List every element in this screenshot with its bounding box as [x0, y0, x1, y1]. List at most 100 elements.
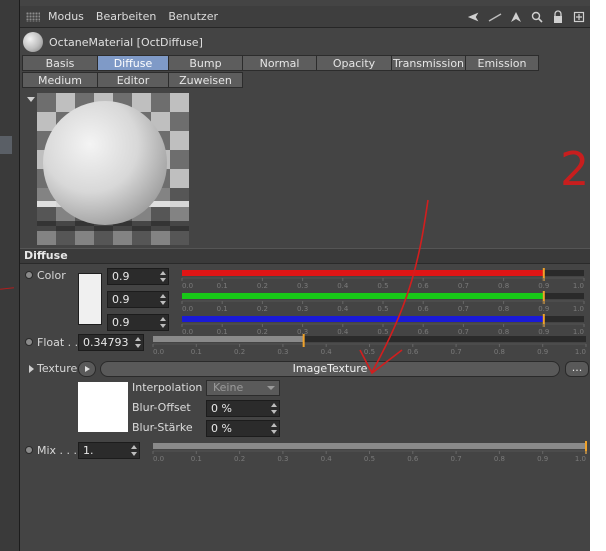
tab-basis[interactable]: Basis	[22, 55, 98, 71]
slider-tick-label: 0.9	[537, 348, 548, 356]
slider-tick-label: 0.6	[407, 348, 419, 356]
slider-tick-label: 0.6	[407, 455, 419, 463]
float-slider[interactable]: 0.0 0.1 0.2 0.3 0.4 0.5 0.6 0.7 0.8 0.9 1.0	[151, 334, 588, 356]
slider-tick-label: 0.8	[494, 455, 505, 463]
menubar: Modus Bearbeiten Benutzer	[20, 6, 590, 28]
slider-tick-label: 0.5	[364, 455, 375, 463]
slider-tick-label: 0.7	[451, 348, 462, 356]
spin-arrows-icon[interactable]	[135, 336, 141, 349]
spin-arrows-icon[interactable]	[160, 316, 166, 329]
slider-tick-label: 1.0	[573, 282, 584, 290]
interpolation-dropdown[interactable]: Keine	[206, 380, 280, 396]
slider-tick-label: 0.7	[458, 282, 469, 290]
menu-benutzer[interactable]: Benutzer	[168, 10, 218, 23]
mix-keyframe-dot[interactable]	[25, 446, 33, 454]
lock-icon[interactable]	[551, 9, 565, 24]
blur-offset-label: Blur-Offset	[132, 401, 191, 414]
color-red-field[interactable]: 0.9	[107, 268, 169, 285]
slider-tick-label: 0.5	[364, 348, 375, 356]
tab-medium[interactable]: Medium	[22, 72, 98, 88]
color-green-field[interactable]: 0.9	[107, 291, 169, 308]
slider-tick-label: 0.0	[153, 455, 164, 463]
material-thumbnail[interactable]	[23, 32, 43, 52]
grip-icon[interactable]	[26, 11, 40, 22]
slider-tick-label: 0.3	[297, 305, 308, 313]
tab-emission[interactable]: Emission	[465, 55, 539, 71]
color-green-slider[interactable]: 0.0 0.1 0.2 0.3 0.4 0.5 0.6 0.7 0.8 0.9 1.0	[180, 291, 586, 313]
tab-zuweisen[interactable]: Zuweisen	[168, 72, 243, 88]
slider-tick-label: 1.0	[573, 305, 584, 313]
color-red-slider[interactable]: 0.0 0.1 0.2 0.3 0.4 0.5 0.6 0.7 0.8 0.9 1.0	[180, 268, 586, 290]
search-icon[interactable]	[530, 10, 544, 24]
mix-field[interactable]: 1.	[78, 442, 140, 459]
new-window-icon[interactable]	[572, 10, 586, 24]
color-blue-slider[interactable]: 0.0 0.1 0.2 0.3 0.4 0.5 0.6 0.7 0.8 0.9 1.0	[180, 314, 586, 336]
texture-options-button[interactable]	[78, 361, 96, 377]
material-titlebar: OctaneMaterial [OctDiffuse]	[20, 30, 590, 54]
slider-tick-label: 0.0	[182, 282, 193, 290]
texture-more-button[interactable]: ...	[565, 361, 589, 377]
slider-tick-label: 0.0	[153, 348, 164, 356]
slider-tick-label: 0.4	[321, 455, 333, 463]
material-preview[interactable]	[37, 93, 189, 245]
tab-row-1: Basis Diffuse Bump Normal Opacity Transm…	[22, 55, 539, 71]
back-arrow-icon[interactable]	[467, 10, 481, 24]
tab-bump[interactable]: Bump	[168, 55, 243, 71]
spin-arrows-icon[interactable]	[271, 402, 277, 415]
forward-line-icon[interactable]	[488, 10, 502, 24]
slider-tick-label: 0.0	[182, 305, 193, 313]
section-diffuse[interactable]: Diffuse	[20, 248, 590, 264]
menu-bearbeiten[interactable]: Bearbeiten	[96, 10, 156, 23]
spin-arrows-icon[interactable]	[160, 270, 166, 283]
color-swatch[interactable]	[78, 273, 102, 325]
slider-tick-label: 0.4	[321, 348, 333, 356]
mix-value: 1.	[83, 444, 94, 457]
mix-slider[interactable]: 0.0 0.1 0.2 0.3 0.4 0.5 0.6 0.7 0.8 0.9 1.0	[151, 441, 588, 463]
left-panel-strip	[0, 0, 20, 551]
texture-expand-icon[interactable]	[29, 365, 34, 373]
tab-opacity[interactable]: Opacity	[316, 55, 392, 71]
slider-tick-label: 0.3	[297, 282, 308, 290]
blur-offset-field[interactable]: 0 %	[206, 400, 280, 417]
mix-label: Mix . . .	[37, 444, 78, 457]
color-blue-field[interactable]: 0.9	[107, 314, 169, 331]
up-arrow-icon[interactable]	[509, 10, 523, 24]
texture-preview[interactable]	[78, 382, 128, 432]
slider-tick-label: 0.1	[217, 282, 228, 290]
tab-transmission[interactable]: Transmission	[391, 55, 466, 71]
slider-tick-label: 0.6	[418, 305, 430, 313]
right-edge	[590, 0, 606, 551]
float-field[interactable]: 0.34793	[78, 334, 144, 351]
spin-arrows-icon[interactable]	[131, 444, 137, 457]
menu-modus[interactable]: Modus	[48, 10, 84, 23]
slider-tick-label: 0.2	[257, 282, 268, 290]
slider-tick-label: 0.5	[377, 282, 388, 290]
attribute-manager: Modus Bearbeiten Benutzer OctaneMaterial…	[20, 0, 590, 551]
preview-collapse-icon[interactable]	[27, 97, 35, 102]
tab-diffuse[interactable]: Diffuse	[97, 55, 169, 71]
color-green-value: 0.9	[112, 293, 130, 306]
spin-arrows-icon[interactable]	[160, 293, 166, 306]
image-texture-button[interactable]: ImageTexture	[100, 361, 560, 377]
material-title: OctaneMaterial [OctDiffuse]	[49, 35, 203, 49]
float-keyframe-dot[interactable]	[25, 338, 33, 346]
tab-editor[interactable]: Editor	[97, 72, 169, 88]
slider-tick-label: 0.9	[538, 305, 549, 313]
slider-handle[interactable]	[302, 334, 305, 347]
color-keyframe-dot[interactable]	[25, 271, 33, 279]
slider-fill	[182, 316, 544, 322]
tab-normal[interactable]: Normal	[242, 55, 317, 71]
spin-arrows-icon[interactable]	[271, 422, 277, 435]
slider-tick-label: 0.7	[458, 305, 469, 313]
slider-tick-label: 0.7	[451, 455, 462, 463]
left-panel-marker	[0, 136, 12, 154]
color-blue-value: 0.9	[112, 316, 130, 329]
float-value: 0.34793	[83, 336, 129, 349]
slider-fill	[182, 293, 544, 299]
blur-strength-field[interactable]: 0 %	[206, 420, 280, 437]
blur-strength-label: Blur-Stärke	[132, 421, 193, 434]
slider-fill	[153, 443, 586, 449]
blur-strength-value: 0 %	[211, 422, 232, 435]
blur-offset-value: 0 %	[211, 402, 232, 415]
tab-row-2: Medium Editor Zuweisen	[22, 72, 243, 88]
